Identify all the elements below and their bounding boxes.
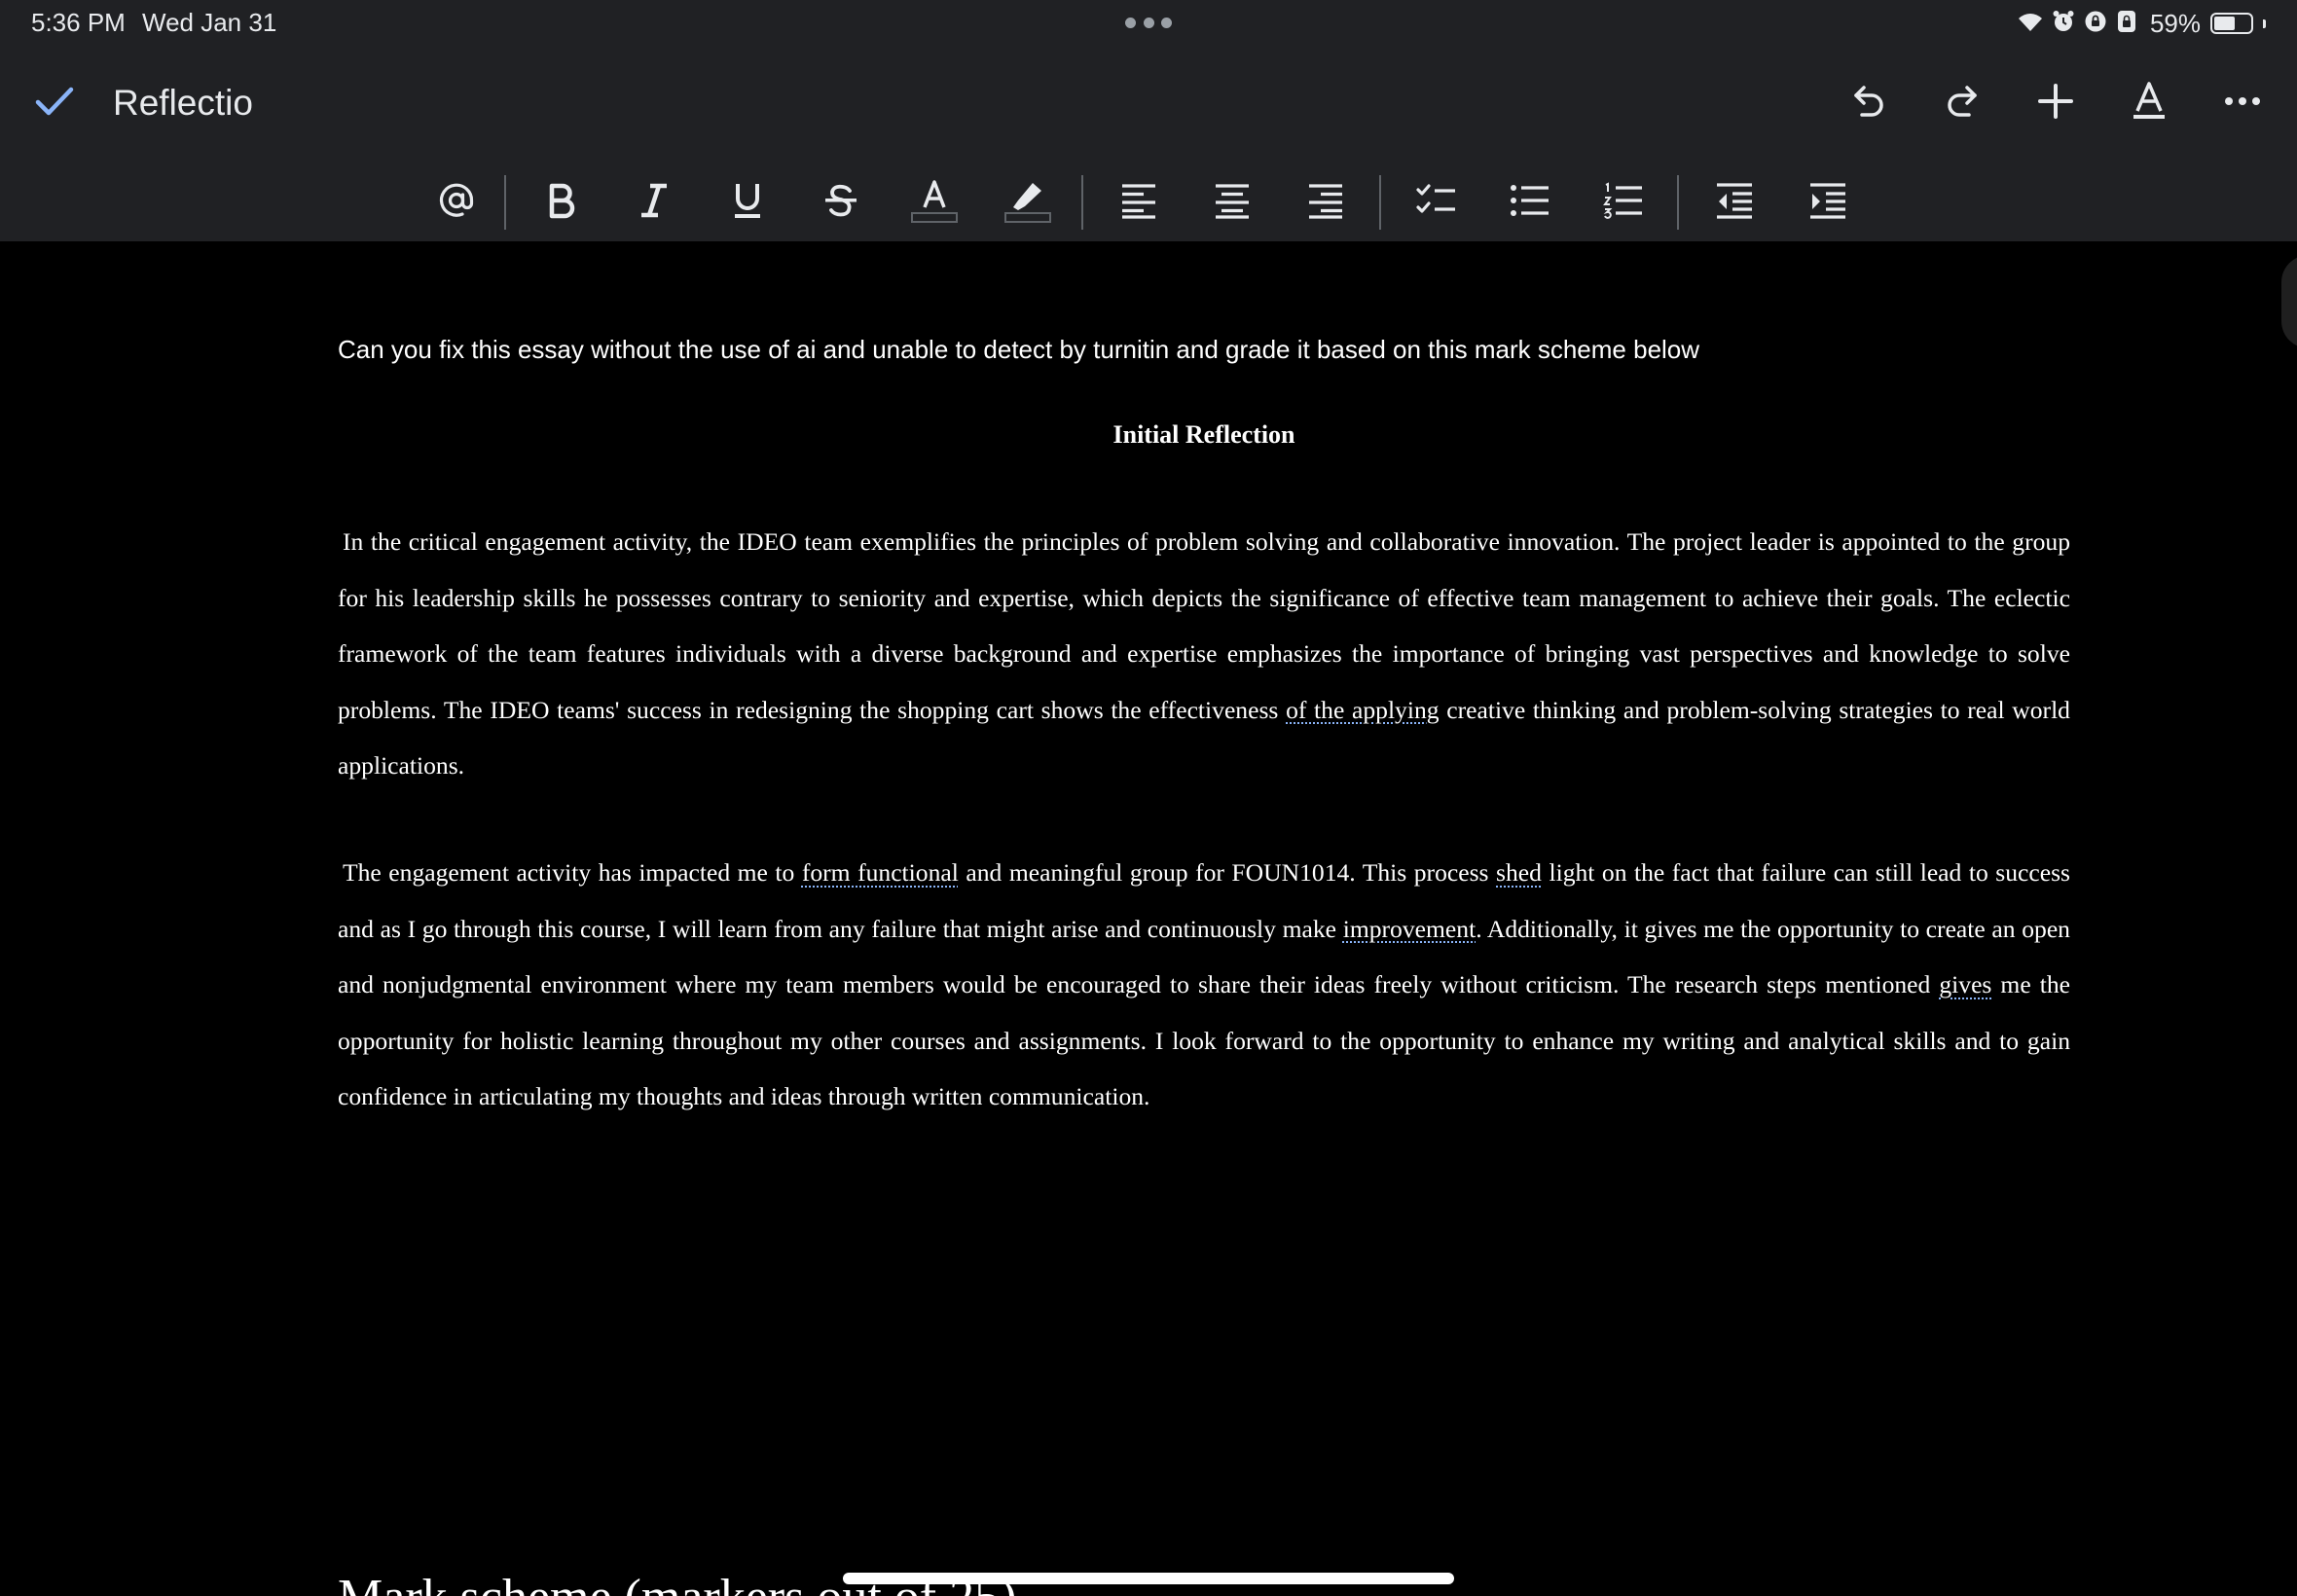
more-options-button[interactable] — [2215, 76, 2270, 130]
document-title[interactable]: Reflectio — [113, 82, 253, 125]
align-right-icon — [1307, 182, 1344, 224]
grammar-suggestion[interactable]: of the applying — [1286, 696, 1440, 724]
checklist-button[interactable] — [1405, 171, 1468, 234]
undo-button[interactable] — [1841, 76, 1896, 130]
text-color-button[interactable] — [903, 171, 966, 234]
status-bar: 5:36 PM Wed Jan 31 59% — [0, 0, 2297, 47]
grammar-suggestion[interactable]: shed — [1496, 858, 1542, 887]
paragraph-1[interactable]: In the critical engagement activity, the… — [338, 514, 2070, 794]
underline-icon — [731, 181, 764, 225]
align-center-button[interactable] — [1201, 171, 1263, 234]
orientation-lock-icon — [2084, 10, 2107, 38]
grammar-suggestion[interactable]: form functional — [802, 858, 959, 887]
increase-indent-icon — [1808, 182, 1847, 224]
highlight-button[interactable] — [997, 171, 1059, 234]
alarm-icon — [2053, 10, 2074, 38]
redo-icon — [1944, 83, 1981, 125]
battery-level-fill — [2214, 17, 2235, 30]
multitasking-dots-icon[interactable] — [1125, 18, 1172, 29]
paragraph-2[interactable]: The engagement activity has impacted me … — [338, 845, 2070, 1125]
paragraph-text: In the critical engagement activity, the… — [338, 527, 2070, 724]
text-format-button[interactable] — [2122, 76, 2176, 130]
highlight-icon — [1004, 178, 1051, 228]
home-indicator[interactable] — [843, 1573, 1454, 1584]
align-right-button[interactable] — [1294, 171, 1357, 234]
decrease-indent-button[interactable] — [1703, 171, 1766, 234]
checklist-icon — [1416, 183, 1457, 223]
toolbar-divider — [1081, 175, 1083, 230]
strikethrough-button[interactable] — [810, 171, 872, 234]
toolbar-divider — [1379, 175, 1381, 230]
decrease-indent-icon — [1715, 182, 1754, 224]
title-bar: Reflectio — [0, 47, 2297, 162]
status-time: 5:36 PM — [31, 8, 126, 37]
battery-icon — [2210, 13, 2253, 34]
italic-button[interactable] — [623, 171, 685, 234]
document-canvas[interactable]: Can you fix this essay without the use o… — [0, 241, 2297, 1596]
numbered-list-button[interactable] — [1592, 171, 1655, 234]
bulleted-list-icon — [1510, 183, 1550, 223]
lock-icon — [2117, 10, 2136, 38]
battery-percent: 59% — [2149, 8, 2201, 38]
mention-icon — [438, 182, 475, 224]
increase-indent-button[interactable] — [1797, 171, 1859, 234]
paragraph-text: and meaningful group for FOUN1014. This … — [966, 858, 1489, 887]
essay-heading[interactable]: Initial Reflection — [338, 420, 2070, 450]
numbered-list-icon — [1603, 181, 1644, 224]
battery-tip — [2263, 18, 2266, 28]
wifi-icon — [2018, 11, 2043, 37]
grammar-suggestion[interactable]: gives — [1939, 970, 1991, 998]
align-center-icon — [1214, 182, 1251, 224]
align-left-icon — [1120, 182, 1157, 224]
text-color-icon — [911, 178, 958, 228]
mention-button[interactable] — [425, 171, 488, 234]
status-date: Wed Jan 31 — [142, 8, 277, 37]
grammar-suggestion[interactable]: improvement — [1343, 915, 1476, 943]
add-icon — [2037, 83, 2074, 125]
align-left-button[interactable] — [1108, 171, 1170, 234]
status-indicators: 59% — [2018, 6, 2266, 41]
formatting-toolbar — [0, 162, 2297, 241]
undo-icon — [1850, 83, 1887, 125]
paragraph-text: The engagement activity has impacted me … — [343, 858, 795, 887]
check-icon — [35, 86, 74, 122]
bulleted-list-button[interactable] — [1499, 171, 1561, 234]
title-actions — [1841, 76, 2270, 130]
insert-button[interactable] — [2028, 76, 2083, 130]
strikethrough-icon — [822, 182, 859, 224]
underline-button[interactable] — [716, 171, 779, 234]
redo-button[interactable] — [1935, 76, 1989, 130]
bold-icon — [544, 182, 577, 224]
toolbar-divider — [1677, 175, 1679, 230]
italic-icon — [638, 182, 671, 224]
more-icon — [2224, 94, 2261, 112]
text-format-icon — [2131, 81, 2168, 126]
toolbar-divider — [504, 175, 506, 230]
prompt-text[interactable]: Can you fix this essay without the use o… — [338, 335, 1699, 365]
bold-button[interactable] — [529, 171, 592, 234]
side-panel-handle[interactable] — [2281, 255, 2297, 348]
done-button[interactable] — [29, 82, 80, 125]
